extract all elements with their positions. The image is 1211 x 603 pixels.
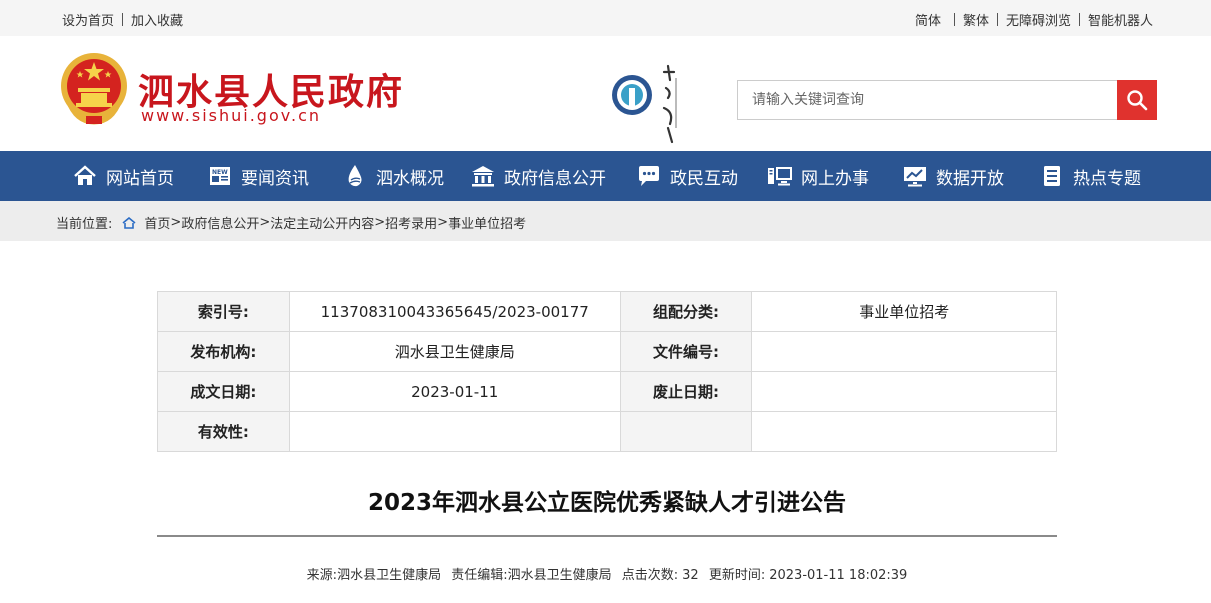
government-building-icon bbox=[470, 163, 496, 189]
divider bbox=[1078, 13, 1080, 26]
top-left-links: 设为首页 加入收藏 bbox=[62, 10, 183, 29]
abolish-date-value bbox=[751, 371, 1057, 412]
nav-label: 要闻资讯 bbox=[241, 168, 309, 189]
nav-item-home[interactable]: 网站首页 bbox=[72, 151, 207, 201]
breadcrumb-separator: > bbox=[259, 215, 271, 230]
title-divider bbox=[157, 535, 1057, 537]
doc-number-label: 文件编号: bbox=[619, 331, 753, 372]
article-title: 2023年泗水县公立医院优秀紧缺人才引进公告 bbox=[367, 490, 846, 516]
empty-cell bbox=[619, 411, 753, 452]
updated-label: 更新时间: bbox=[708, 568, 766, 583]
breadcrumb-item-recruitment[interactable]: 招考录用 bbox=[385, 213, 437, 232]
article-info: 来源:泗水县卫生健康局 责任编辑:泗水县卫生健康局 点击次数: 32 更新时间: 2… bbox=[157, 564, 1057, 583]
traditional-chinese-link[interactable]: 繁体 bbox=[963, 10, 989, 29]
home-icon bbox=[122, 216, 136, 229]
abolish-date-label: 废止日期: bbox=[619, 371, 753, 412]
publisher-label: 发布机构: bbox=[157, 331, 290, 372]
breadcrumb-item-institution-recruitment[interactable]: 事业单位招考 bbox=[448, 213, 526, 232]
nav-label: 网站首页 bbox=[106, 168, 174, 189]
site-header: 泗水县人民政府 www.sishui.gov.cn bbox=[0, 36, 1211, 151]
nav-item-overview[interactable]: 泗水概况 bbox=[342, 151, 470, 201]
date-value: 2023-01-11 bbox=[288, 371, 621, 412]
document-metadata-table: 索引号: 113708310043365645/2023-00177 组配分类:… bbox=[157, 291, 1057, 452]
breadcrumb-item-gov-info[interactable]: 政府信息公开 bbox=[181, 213, 259, 232]
breadcrumb-item-statutory[interactable]: 法定主动公开内容 bbox=[270, 213, 374, 232]
search-button[interactable] bbox=[1117, 80, 1157, 120]
doc-number-value bbox=[751, 331, 1057, 372]
breadcrumb-item-home[interactable]: 首页 bbox=[144, 213, 170, 232]
breadcrumb-separator: > bbox=[170, 215, 182, 230]
table-row: 成文日期: 2023-01-11 废止日期: bbox=[157, 371, 1057, 412]
nav-item-news[interactable]: NEW 要闻资讯 bbox=[207, 151, 342, 201]
simplified-chinese-link[interactable]: 简体 bbox=[915, 10, 941, 29]
svg-text:NEW: NEW bbox=[212, 169, 228, 176]
home-icon bbox=[72, 163, 98, 189]
editor-value: 泗水县卫生健康局 bbox=[507, 568, 612, 583]
nav-label: 政府信息公开 bbox=[504, 168, 606, 189]
breadcrumb-separator: > bbox=[437, 215, 449, 230]
nav-item-online-service[interactable]: 网上办事 bbox=[767, 151, 902, 201]
updated-value: 2023-01-11 18:02:39 bbox=[769, 568, 908, 583]
editor-label: 责任编辑: bbox=[451, 568, 508, 583]
search-input[interactable] bbox=[737, 80, 1118, 120]
table-row: 发布机构: 泗水县卫生健康局 文件编号: bbox=[157, 331, 1057, 372]
search-icon bbox=[1127, 90, 1148, 111]
index-value: 113708310043365645/2023-00177 bbox=[288, 291, 621, 332]
divider bbox=[953, 13, 955, 26]
nav-label: 网上办事 bbox=[801, 168, 869, 189]
main-nav: 网站首页 NEW 要闻资讯 泗水概况 政府信息公开 政民互动 网上办事 数据开放… bbox=[0, 151, 1211, 201]
national-emblem-logo bbox=[61, 53, 127, 125]
accessible-browsing-link[interactable]: 无障碍浏览 bbox=[1006, 10, 1071, 29]
nav-item-hot-topics[interactable]: 热点专题 bbox=[1039, 151, 1169, 201]
publisher-value: 泗水县卫生健康局 bbox=[288, 331, 621, 372]
nav-item-interaction[interactable]: 政民互动 bbox=[636, 151, 767, 201]
breadcrumb-separator: > bbox=[374, 215, 386, 230]
nav-item-gov-info[interactable]: 政府信息公开 bbox=[470, 151, 636, 201]
divider bbox=[122, 13, 124, 26]
validity-label: 有效性: bbox=[157, 411, 290, 452]
date-label: 成文日期: bbox=[157, 371, 290, 412]
validity-value bbox=[288, 411, 621, 452]
nav-label: 热点专题 bbox=[1073, 168, 1141, 189]
source-label: 来源: bbox=[306, 568, 338, 583]
robot-link[interactable]: 智能机器人 bbox=[1088, 10, 1153, 29]
nav-label: 泗水概况 bbox=[376, 168, 444, 189]
empty-cell bbox=[751, 411, 1057, 452]
source-value: 泗水县卫生健康局 bbox=[337, 568, 442, 583]
category-value: 事业单位招考 bbox=[751, 291, 1057, 332]
table-row: 索引号: 113708310043365645/2023-00177 组配分类:… bbox=[157, 291, 1057, 332]
clicks-value: 32 bbox=[682, 568, 699, 583]
divider bbox=[996, 13, 998, 26]
chat-icon bbox=[636, 163, 662, 189]
add-favorite-link[interactable]: 加入收藏 bbox=[131, 10, 183, 29]
news-icon: NEW bbox=[207, 163, 233, 189]
nav-item-open-data[interactable]: 数据开放 bbox=[902, 151, 1039, 201]
clicks-label: 点击次数: bbox=[621, 568, 679, 583]
nav-label: 数据开放 bbox=[936, 168, 1004, 189]
category-label: 组配分类: bbox=[619, 291, 753, 332]
water-drop-icon bbox=[342, 163, 368, 189]
set-home-link[interactable]: 设为首页 bbox=[62, 10, 114, 29]
site-url: www.sishui.gov.cn bbox=[141, 106, 321, 125]
top-right-links: 简体 繁体 无障碍浏览 智能机器人 bbox=[915, 10, 1153, 29]
top-utility-bar: 设为首页 加入收藏 简体 繁体 无障碍浏览 智能机器人 bbox=[0, 0, 1211, 36]
document-list-icon bbox=[1039, 163, 1065, 189]
breadcrumb-label: 当前位置: bbox=[56, 217, 113, 232]
search-bar bbox=[737, 80, 1157, 120]
china-seal-badge-icon bbox=[612, 64, 677, 144]
table-row: 有效性: bbox=[157, 411, 1057, 452]
monitor-icon bbox=[767, 163, 793, 189]
breadcrumb: 当前位置: 首页 > 政府信息公开 > 法定主动公开内容 > 招考录用 > 事业… bbox=[0, 201, 1211, 241]
nav-label: 政民互动 bbox=[670, 168, 738, 189]
chart-screen-icon bbox=[902, 163, 928, 189]
index-label: 索引号: bbox=[157, 291, 290, 332]
